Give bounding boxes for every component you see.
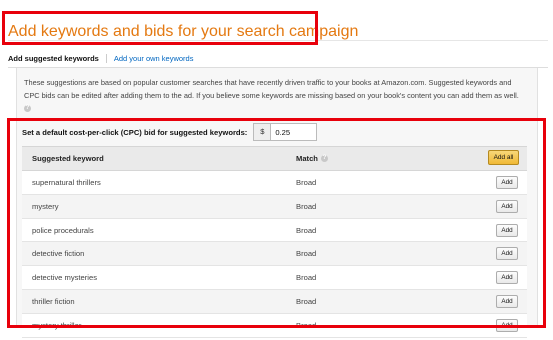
default-cpc-row: Set a default cost-per-click (CPC) bid f…: [22, 123, 318, 141]
add-keyword-button[interactable]: Add: [496, 176, 518, 189]
description-text: These suggestions are based on popular c…: [24, 78, 519, 100]
currency-prefix: $: [253, 123, 271, 141]
match-cell: Broad: [296, 249, 317, 259]
keyword-cell: mystery: [32, 201, 59, 211]
keyword-cell: detective fiction: [32, 249, 85, 259]
keyword-cell: detective mysteries: [32, 273, 97, 283]
tab-add-your-own-keywords[interactable]: Add your own keywords: [114, 54, 194, 63]
add-keyword-button[interactable]: Add: [496, 271, 518, 285]
add-keyword-button[interactable]: Add: [496, 294, 518, 308]
add-keyword-button[interactable]: Add: [496, 199, 518, 213]
match-cell: Broad: [296, 201, 317, 211]
add-keyword-button[interactable]: Add: [496, 318, 518, 332]
header-match: Match ?: [296, 154, 328, 163]
keyword-tabs: Add suggested keywords Add your own keyw…: [8, 54, 193, 63]
table-row: mystery Broad Add: [22, 194, 527, 219]
table-row: supernatural thrillers Broad Add: [22, 171, 527, 195]
table-row: thriller fiction Broad Add: [22, 289, 527, 314]
keyword-cell: thriller fiction: [32, 296, 75, 306]
keyword-cell: police procedurals: [32, 225, 94, 235]
keyword-cell: mystery thriller: [32, 320, 82, 330]
table-row: police procedurals Broad Add: [22, 218, 527, 243]
table-row: detective mysteries Broad Add: [22, 266, 527, 290]
match-cell: Broad: [296, 273, 317, 283]
table-header: Suggested keyword Match ? Add all: [22, 146, 527, 171]
suggested-keywords-table: Suggested keyword Match ? Add all supern…: [22, 146, 527, 338]
help-icon[interactable]: ?: [24, 104, 31, 112]
header-match-label: Match: [296, 154, 318, 163]
title-divider: [8, 40, 548, 41]
table-row: detective fiction Broad Add: [22, 242, 527, 267]
keyword-cell: supernatural thrillers: [32, 178, 101, 187]
header-suggested-keyword: Suggested keyword: [32, 154, 104, 163]
add-all-button[interactable]: Add all: [488, 150, 519, 165]
tab-add-suggested-keywords[interactable]: Add suggested keywords: [8, 54, 99, 63]
default-cpc-label: Set a default cost-per-click (CPC) bid f…: [22, 127, 248, 137]
add-keyword-button[interactable]: Add: [496, 223, 518, 237]
match-cell: Broad: [296, 320, 317, 330]
table-row: mystery thriller Broad Add: [22, 313, 527, 338]
match-cell: Broad: [296, 225, 317, 235]
tab-separator: [105, 54, 107, 63]
match-cell: Broad: [296, 296, 317, 306]
page-title: Add keywords and bids for your search ca…: [8, 23, 359, 40]
suggestions-description: These suggestions are based on popular c…: [24, 77, 524, 115]
default-cpc-input[interactable]: [270, 123, 318, 141]
add-keyword-button[interactable]: Add: [496, 247, 518, 261]
match-help-icon[interactable]: ?: [320, 155, 328, 162]
table-body: supernatural thrillers Broad Add mystery…: [22, 171, 527, 338]
match-cell: Broad: [296, 178, 317, 187]
